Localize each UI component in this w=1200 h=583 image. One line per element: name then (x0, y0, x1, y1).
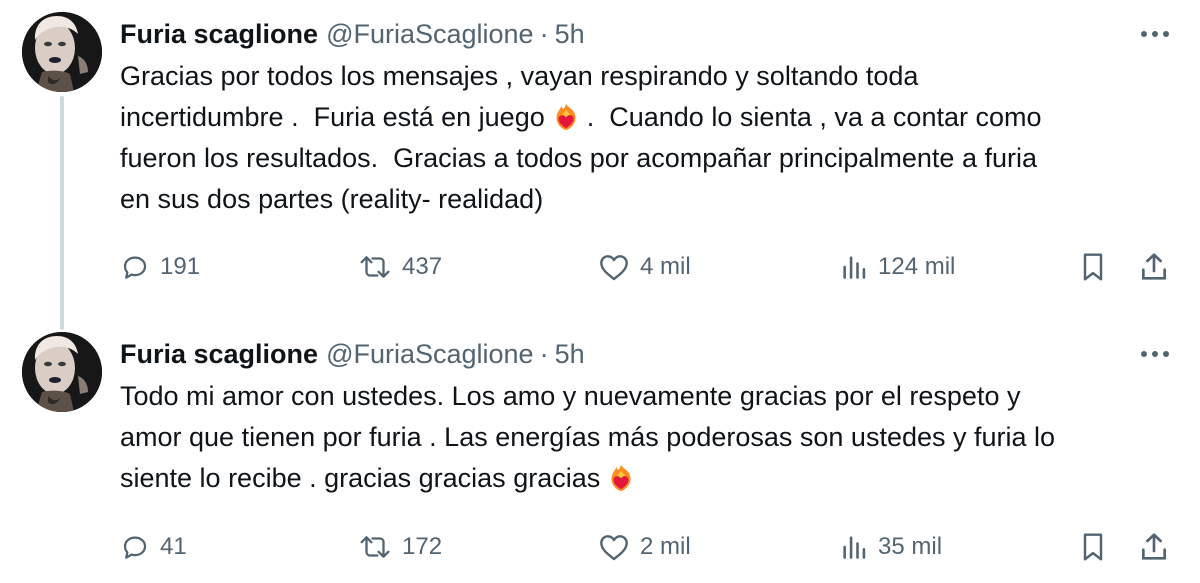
heart-on-fire-emoji (551, 102, 581, 132)
like-count: 2 mil (640, 533, 691, 560)
tweet-timestamp[interactable]: 5h (555, 339, 585, 370)
tweet-actions: 41 172 2 mil 35 mil (120, 526, 1180, 568)
tweet-text-segment: incertidumbre . Furia está en juego (120, 102, 545, 132)
reply-count: 191 (160, 253, 201, 280)
retweet-button[interactable]: 172 (358, 526, 442, 568)
share-icon (1142, 253, 1166, 280)
like-icon (600, 535, 628, 561)
views-icon (843, 536, 866, 559)
thread-connector-line (60, 96, 64, 330)
tweet-actions: 191 437 4 mil 124 mil (120, 246, 1180, 288)
tweet-text: Todo mi amor con ustedes. Los amo y nuev… (120, 376, 1180, 499)
tweet-header: Furia scaglione @FuriaScaglione · 5h (120, 14, 585, 54)
retweet-count: 172 (402, 533, 443, 560)
views-count: 35 mil (878, 533, 943, 560)
tweet-timestamp[interactable]: 5h (555, 19, 585, 50)
more-options-button[interactable] (1138, 22, 1172, 46)
bookmark-icon (1083, 253, 1103, 281)
retweet-icon (360, 256, 390, 278)
like-count: 4 mil (640, 253, 691, 280)
views-button[interactable]: 124 mil (840, 246, 955, 288)
tweet-text: Gracias por todos los mensajes , vayan r… (120, 56, 1180, 220)
bookmark-icon (1083, 533, 1103, 561)
like-button[interactable]: 4 mil (598, 246, 691, 288)
header-separator: · (539, 18, 549, 49)
reply-button[interactable]: 191 (120, 246, 200, 288)
avatar[interactable] (22, 332, 102, 412)
tweet-text-line: siente lo recibe . gracias gracias graci… (120, 458, 1180, 499)
tweet[interactable]: Furia scaglione @FuriaScaglione · 5h Tod… (0, 320, 1200, 583)
author-handle[interactable]: @FuriaScaglione (326, 19, 534, 50)
tweet-thread: Furia scaglione @FuriaScaglione · 5h Gra… (0, 0, 1200, 583)
bookmark-button[interactable] (1078, 526, 1108, 568)
share-button[interactable] (1138, 526, 1170, 568)
tweet-text-line: Gracias por todos los mensajes , vayan r… (120, 61, 919, 91)
reply-button[interactable]: 41 (120, 526, 187, 568)
tweet[interactable]: Furia scaglione @FuriaScaglione · 5h Gra… (0, 0, 1200, 330)
author-name[interactable]: Furia scaglione (120, 339, 318, 370)
retweet-count: 437 (402, 253, 443, 280)
share-icon (1142, 533, 1166, 560)
tweet-text-line: Todo mi amor con ustedes. Los amo y nuev… (120, 381, 1021, 411)
avatar[interactable] (22, 12, 102, 92)
more-icon (1141, 31, 1169, 37)
views-button[interactable]: 35 mil (840, 526, 942, 568)
bookmark-button[interactable] (1078, 246, 1108, 288)
author-handle[interactable]: @FuriaScaglione (326, 339, 534, 370)
more-icon (1141, 351, 1169, 357)
reply-icon (123, 256, 147, 279)
like-button[interactable]: 2 mil (598, 526, 691, 568)
views-icon (843, 256, 866, 279)
author-name[interactable]: Furia scaglione (120, 19, 318, 50)
retweet-button[interactable]: 437 (358, 246, 442, 288)
views-count: 124 mil (878, 253, 956, 280)
like-icon (600, 255, 628, 281)
reply-count: 41 (160, 533, 187, 560)
share-button[interactable] (1138, 246, 1170, 288)
tweet-text-line: fueron los resultados. Gracias a todos p… (120, 143, 1037, 173)
tweet-text-segment: siente lo recibe . gracias gracias graci… (120, 463, 601, 493)
tweet-text-line: amor que tienen por furia . Las energías… (120, 422, 1056, 452)
tweet-text-segment: . Cuando lo sienta , va a contar como (586, 102, 1042, 132)
reply-icon (123, 536, 147, 559)
avatar-image (22, 332, 102, 412)
tweet-text-line: en sus dos partes (reality- realidad) (120, 184, 544, 214)
heart-on-fire-emoji (606, 463, 636, 493)
tweet-text-line: incertidumbre . Furia está en juego . Cua… (120, 97, 1180, 138)
retweet-icon (360, 536, 390, 558)
tweet-header: Furia scaglione @FuriaScaglione · 5h (120, 334, 585, 374)
more-options-button[interactable] (1138, 342, 1172, 366)
header-separator: · (539, 338, 549, 369)
avatar-image (22, 12, 102, 92)
